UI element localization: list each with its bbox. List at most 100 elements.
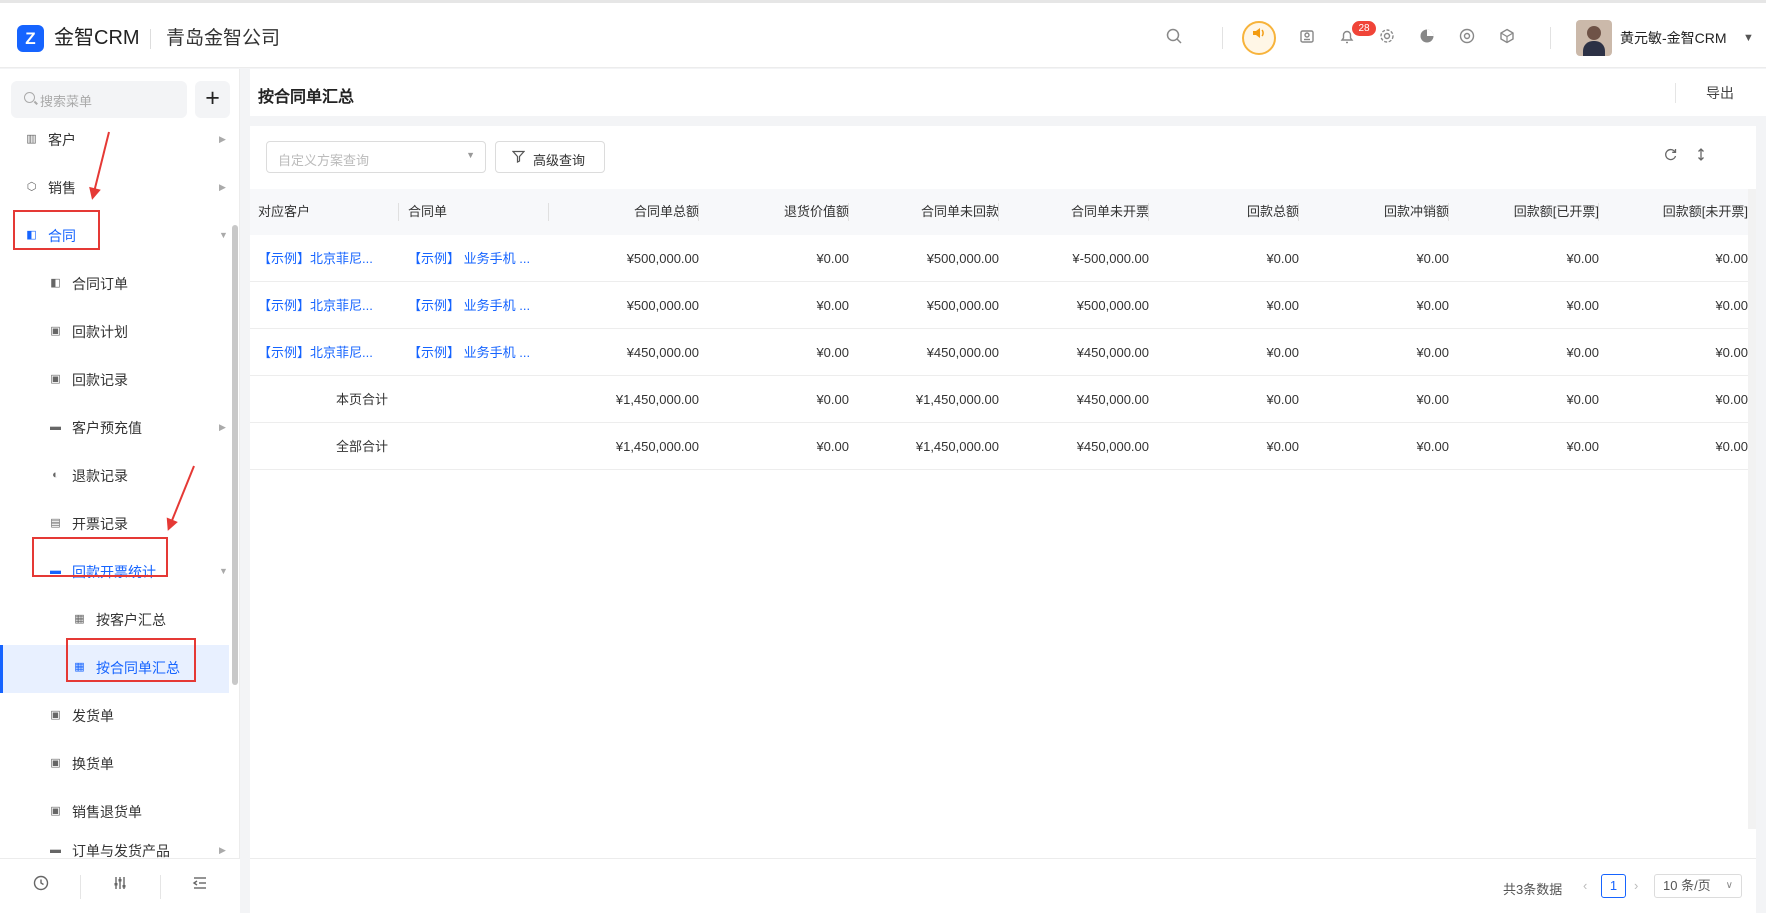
search-icon[interactable] (1163, 27, 1185, 49)
column-header[interactable]: 合同单 (408, 189, 447, 235)
user-name[interactable]: 黄元敏-金智CRM (1620, 27, 1727, 49)
table-header: 对应客户 合同单 合同单总额 退货价值额 合同单未回款 合同单未开票 回款总额 … (250, 189, 1756, 235)
chevron-down-icon: ▼ (219, 566, 228, 576)
search-icon (24, 92, 35, 103)
column-header[interactable]: 合同单未回款 (921, 189, 999, 235)
table-cell: ¥0.00 (1715, 251, 1748, 266)
chevron-down-icon[interactable]: ▼ (1743, 27, 1754, 49)
sidebar-item-payment-records[interactable]: ▣ 回款记录 (0, 357, 229, 405)
add-button[interactable]: + (195, 81, 230, 118)
advanced-query-label: 高级查询 (533, 153, 586, 168)
briefcase-icon: ▣ (50, 325, 61, 337)
filter-icon (511, 150, 526, 166)
table-cell: ¥450,000.00 (1076, 439, 1149, 454)
table-cell: ¥0.00 (1266, 251, 1299, 266)
chevron-down-icon: ∨ (1725, 880, 1733, 891)
sidebar-item-delivery[interactable]: ▣ 发货单 (0, 693, 229, 741)
column-header[interactable]: 对应客户 (258, 189, 310, 235)
page-header: 按合同单汇总 导出 (250, 69, 1766, 116)
next-page-icon[interactable]: › (1634, 878, 1638, 893)
column-header[interactable]: 回款额[未开票] (1663, 189, 1748, 235)
collapse-menu-icon[interactable] (188, 874, 212, 898)
column-header[interactable]: 合同单总额 (634, 189, 699, 235)
content-panel: 自定义方案查询 ▼ 高级查询 对应客户 合同单 合同单总额 退货价值额 合同单未… (250, 126, 1756, 913)
calculator-icon: ▦ (74, 613, 85, 625)
annotation-box (13, 210, 100, 250)
scheme-select[interactable]: 自定义方案查询 ▼ (266, 141, 486, 173)
sidebar-item-sales-return[interactable]: ▣ 销售退货单 (0, 789, 229, 837)
column-header[interactable]: 退货价值额 (784, 189, 849, 235)
page-number-button[interactable]: 1 (1601, 874, 1626, 898)
export-button[interactable]: 导出 (1706, 83, 1734, 103)
column-header[interactable]: 回款冲销额 (1384, 189, 1449, 235)
sidebar-item-refunds[interactable]: ◐ 退款记录 (0, 453, 229, 501)
divider (160, 875, 161, 899)
page-title: 按合同单汇总 (258, 89, 355, 106)
customer-link[interactable]: 【示例】北京菲尼... (258, 235, 373, 282)
contract-link[interactable]: 【示例】 业务手机 ... (408, 235, 530, 282)
table-cell: ¥500,000.00 (1076, 298, 1149, 313)
table-cell: ¥0.00 (1715, 392, 1748, 407)
scheme-select-placeholder: 自定义方案查询 (278, 153, 370, 168)
table-cell: ¥0.00 (1416, 251, 1449, 266)
customer-link[interactable]: 【示例】北京菲尼... (258, 282, 373, 329)
table-cell: ¥0.00 (816, 298, 849, 313)
divider (1598, 203, 1599, 221)
table-cell: ¥1,450,000.00 (615, 439, 699, 454)
history-icon[interactable] (29, 874, 53, 898)
sidebar-item-label: 退款记录 (72, 468, 128, 484)
column-header[interactable]: 回款额[已开票] (1514, 189, 1599, 235)
sidebar-footer (0, 858, 240, 913)
table-row[interactable]: 【示例】北京菲尼... 【示例】 业务手机 ... ¥450,000.00 ¥0… (250, 329, 1756, 376)
row-height-icon[interactable] (1695, 147, 1707, 165)
column-header[interactable]: 回款总额 (1247, 189, 1299, 235)
table-cell: ¥500,000.00 (626, 251, 699, 266)
avatar[interactable] (1576, 20, 1612, 56)
table-cell: ¥1,450,000.00 (915, 439, 999, 454)
divider (1675, 83, 1676, 103)
table-cell: ¥0.00 (1266, 392, 1299, 407)
prev-page-icon[interactable]: ‹ (1583, 878, 1587, 893)
chevron-down-icon: ▼ (466, 150, 475, 160)
refresh-icon[interactable] (1663, 147, 1678, 165)
contract-link[interactable]: 【示例】 业务手机 ... (408, 282, 530, 329)
sidebar-item-payment-plan[interactable]: ▣ 回款计划 (0, 309, 229, 357)
column-header[interactable]: 合同单未开票 (1071, 189, 1149, 235)
page-size-select[interactable]: 10 条/页 ∨ (1654, 874, 1742, 898)
contacts-icon[interactable] (1296, 27, 1318, 49)
menu-search-input[interactable]: 搜索菜单 (11, 81, 187, 118)
table-cell: ¥450,000.00 (1076, 392, 1149, 407)
sliders-icon[interactable] (108, 874, 132, 898)
contract-link[interactable]: 【示例】 业务手机 ... (408, 329, 530, 376)
sidebar-scrollbar[interactable] (232, 225, 238, 685)
sidebar-item-label: 回款计划 (72, 324, 128, 340)
table-cell: ¥1,450,000.00 (615, 392, 699, 407)
pie-chart-icon[interactable] (1416, 27, 1438, 49)
table-row[interactable]: 【示例】北京菲尼... 【示例】 业务手机 ... ¥500,000.00 ¥0… (250, 282, 1756, 329)
sidebar-item-sales[interactable]: ⬡ 销售 ▶ (0, 165, 229, 213)
sidebar-item-customers[interactable]: ▥ 客户 ▶ (0, 117, 229, 165)
chrome-icon[interactable] (1456, 27, 1478, 49)
table-cell: ¥500,000.00 (626, 298, 699, 313)
table-cell: ¥500,000.00 (926, 251, 999, 266)
divider (1222, 27, 1223, 49)
table-cell: ¥0.00 (816, 439, 849, 454)
chevron-right-icon: ▶ (219, 422, 226, 432)
speaker-icon[interactable] (1242, 21, 1276, 55)
table-scrollbar[interactable] (1748, 189, 1756, 829)
table-cell: ¥0.00 (1416, 392, 1449, 407)
sidebar-item-contract-orders[interactable]: ◧ 合同订单 (0, 261, 229, 309)
folder-icon: ▬ (50, 844, 61, 856)
sidebar-item-prepayment[interactable]: ▬ 客户预充值 ▶ (0, 405, 229, 453)
logo-icon[interactable]: Z (17, 25, 44, 52)
table-row[interactable]: 【示例】北京菲尼... 【示例】 业务手机 ... ¥500,000.00 ¥0… (250, 235, 1756, 282)
gear-icon[interactable] (1376, 27, 1398, 49)
app-name[interactable]: 金智CRM (54, 25, 140, 52)
divider (150, 29, 151, 49)
sidebar-item-order-products[interactable]: ▬ 订单与发货产品 ▶ (0, 837, 229, 858)
building-icon: ▥ (26, 133, 37, 145)
advanced-query-button[interactable]: 高级查询 (495, 141, 605, 173)
cube-icon[interactable] (1496, 27, 1518, 49)
sidebar-item-exchange[interactable]: ▣ 换货单 (0, 741, 229, 789)
customer-link[interactable]: 【示例】北京菲尼... (258, 329, 373, 376)
